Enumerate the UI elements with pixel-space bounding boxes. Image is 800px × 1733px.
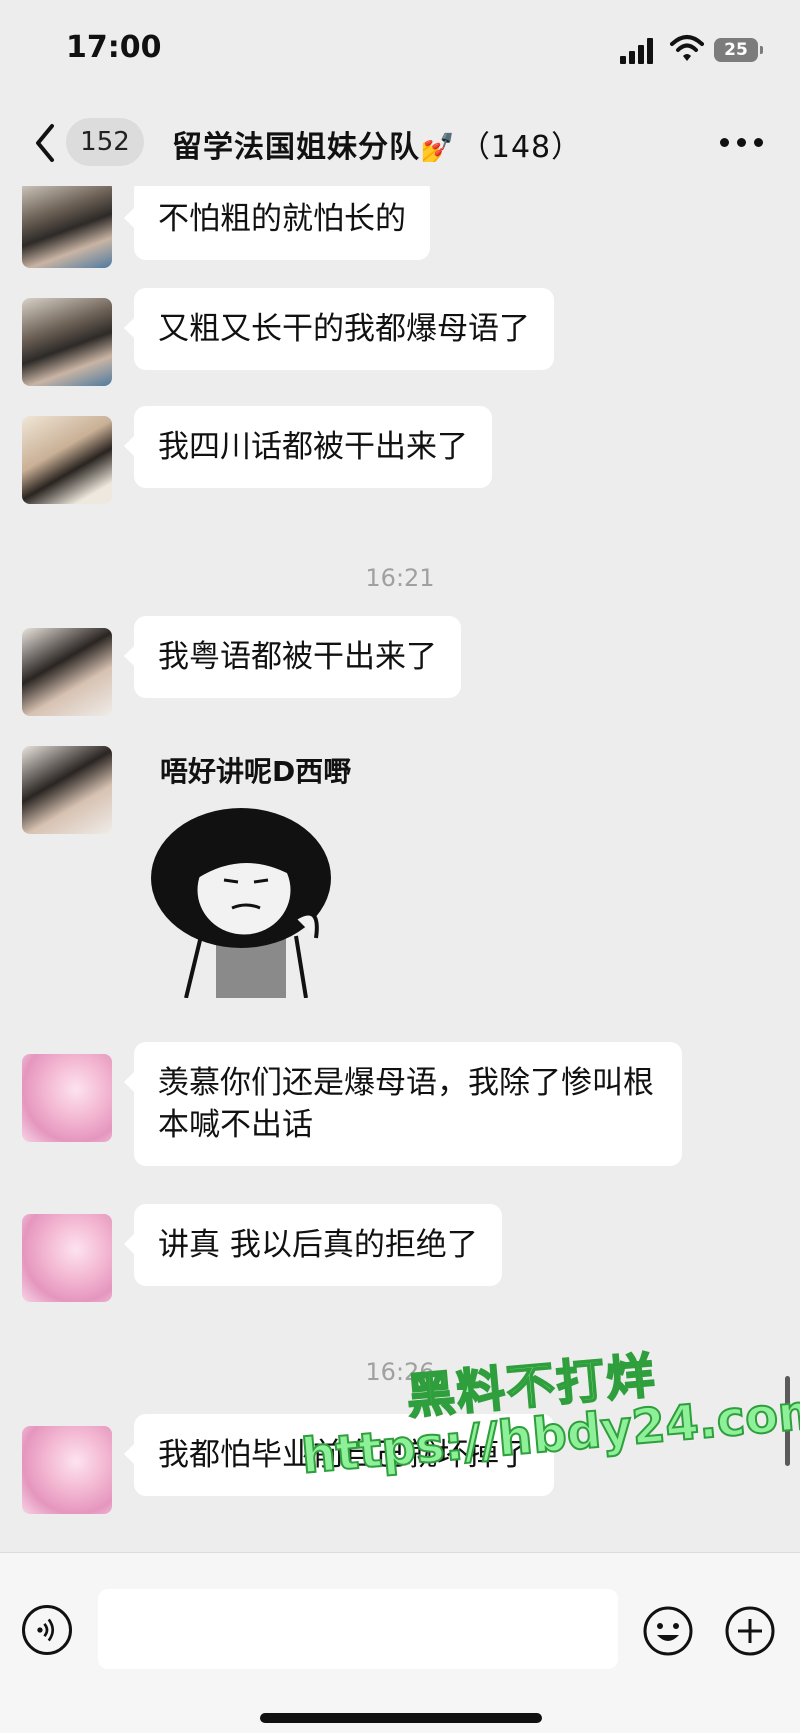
avatar[interactable] [22,1214,112,1302]
message-bubble[interactable]: 我都怕毕业前自己就坏掉了 [124,1414,554,1496]
member-count: （148） [459,130,583,165]
avatar[interactable] [22,1426,112,1514]
message-bubble[interactable]: 不怕粗的就怕长的 [124,186,430,260]
message-input[interactable] [98,1589,618,1669]
sticker-caption: 唔好讲呢D西嘢 [160,755,352,788]
message-list[interactable]: 不怕粗的就怕长的 又粗又长干的我都爆母语了 我四川话都被干出来了 16:21 我… [0,186,800,1552]
meme-sticker-image[interactable] [146,808,346,998]
message-bubble[interactable]: 羡慕你们还是爆母语，我除了惨叫根本喊不出话 [124,1042,682,1166]
avatar[interactable] [22,186,112,268]
wifi-icon [670,35,704,61]
avatar[interactable] [22,416,112,504]
avatar[interactable] [22,1054,112,1142]
battery-icon: 25 [714,38,763,62]
message-bubble[interactable]: 我四川话都被干出来了 [124,406,492,488]
timestamp: 16:26 [365,1358,435,1386]
message-bubble[interactable]: 又粗又长干的我都爆母语了 [124,288,554,370]
scrollbar[interactable] [785,1376,790,1466]
timestamp: 16:21 [365,564,435,592]
clock: 17:00 [66,30,162,65]
cellular-signal-icon [620,38,658,64]
message-bubble[interactable]: 我粤语都被干出来了 [124,616,461,698]
avatar[interactable] [22,298,112,386]
avatar[interactable] [22,746,112,834]
group-name: 留学法国姐妹分队 [172,130,420,165]
unread-count-badge[interactable]: 152 [66,118,144,166]
emoji-button[interactable] [642,1605,694,1657]
input-bar [0,1552,800,1733]
message-bubble[interactable]: 讲真 我以后真的拒绝了 [124,1204,502,1286]
avatar[interactable] [22,628,112,716]
group-title: 留学法国姐妹分队💅 （148） [172,122,582,166]
status-bar: 17:00 25 [0,0,800,100]
home-indicator[interactable] [260,1713,542,1723]
back-button[interactable] [30,120,60,166]
more-options-button[interactable] [720,138,764,150]
chat-header: 152 留学法国姐妹分队💅 （148） [0,100,800,186]
nail-polish-emoji: 💅 [420,131,456,164]
more-actions-button[interactable] [724,1605,776,1657]
voice-input-button[interactable] [22,1605,72,1655]
